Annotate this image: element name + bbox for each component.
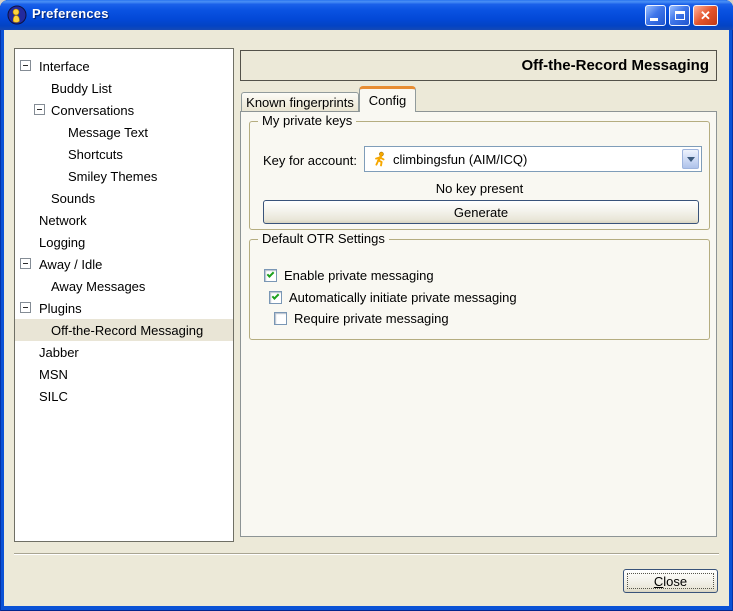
sidebar-item-label: Network — [39, 212, 87, 228]
tree-expander-icon[interactable] — [34, 104, 45, 115]
tree-expander-icon[interactable] — [20, 258, 31, 269]
sidebar-item-label: Message Text — [68, 124, 148, 140]
sidebar-item-label: Logging — [39, 234, 86, 250]
sidebar-item-label: MSN — [39, 366, 68, 382]
maximize-icon — [674, 11, 685, 20]
account-select-value: climbingsfun (AIM/ICQ) — [393, 151, 528, 167]
sidebar-item-smiley-themes[interactable]: Smiley Themes — [15, 165, 233, 187]
sidebar-item-label: Sounds — [51, 190, 96, 206]
sidebar-item-message-text[interactable]: Message Text — [15, 121, 233, 143]
sidebar-item-logging[interactable]: Logging — [15, 231, 233, 253]
sidebar-item-sounds[interactable]: Sounds — [15, 187, 233, 209]
window-title: Preferences — [32, 6, 109, 21]
sidebar-item-label: Shortcuts — [68, 146, 123, 162]
close-button[interactable]: Close — [623, 569, 718, 593]
checkbox-box — [269, 290, 282, 304]
close-window-button[interactable]: ✕ — [693, 5, 718, 26]
window-body: Interface Buddy List Conversations Messa… — [4, 30, 729, 606]
account-select[interactable]: climbingsfun (AIM/ICQ) — [364, 146, 702, 172]
sidebar-item-off-the-record-messaging[interactable]: Off-the-Record Messaging — [15, 319, 233, 341]
checkmark-icon — [271, 291, 280, 300]
close-icon: ✕ — [700, 8, 711, 23]
checkbox-label: Require private messaging — [294, 310, 449, 326]
sidebar-item-silc[interactable]: SILC — [15, 385, 233, 407]
titlebar[interactable]: Preferences ✕ — [0, 0, 733, 30]
sidebar-item-away-messages[interactable]: Away Messages — [15, 275, 233, 297]
close-button-label: Close — [653, 573, 688, 589]
config-tab-panel: My private keys Key for account: climbin… — [240, 111, 717, 537]
footer-separator — [14, 553, 719, 555]
sidebar-item-label: Conversations — [51, 102, 135, 118]
sidebar-item-buddy-list[interactable]: Buddy List — [15, 77, 233, 99]
checkbox-box — [274, 311, 287, 325]
preferences-tree: Interface Buddy List Conversations Messa… — [14, 48, 234, 542]
chevron-down-icon — [686, 156, 695, 162]
checkbox-enable-private-messaging[interactable]: Enable private messaging — [264, 267, 434, 283]
key-status-text: No key present — [435, 181, 524, 196]
checkbox-automatically-initiate[interactable]: Automatically initiate private messaging — [269, 289, 517, 305]
sidebar-item-label: Plugins — [39, 300, 82, 316]
sidebar-item-label: Jabber — [39, 344, 79, 360]
sidebar-item-label: Interface — [39, 58, 90, 74]
tab-known-fingerprints[interactable]: Known fingerprints — [241, 92, 359, 111]
checkmark-icon — [266, 269, 275, 278]
tree-expander-icon[interactable] — [20, 60, 31, 71]
sidebar-item-interface[interactable]: Interface — [15, 55, 233, 77]
sidebar-item-away-idle[interactable]: Away / Idle — [15, 253, 233, 275]
checkbox-label: Automatically initiate private messaging — [289, 289, 517, 305]
account-select-dropdown-button[interactable] — [682, 149, 699, 169]
sidebar-item-conversations[interactable]: Conversations — [15, 99, 233, 121]
minimize-icon — [650, 18, 658, 21]
sidebar-item-network[interactable]: Network — [15, 209, 233, 231]
sidebar-item-plugins[interactable]: Plugins — [15, 297, 233, 319]
sidebar-item-label: Smiley Themes — [68, 168, 158, 184]
private-keys-group: My private keys Key for account: climbin… — [249, 113, 710, 230]
otr-settings-group: Default OTR Settings Enable private mess… — [249, 231, 710, 340]
sidebar-item-label: Buddy List — [51, 80, 112, 96]
sidebar-item-label: Away / Idle — [39, 256, 103, 272]
sidebar-item-msn[interactable]: MSN — [15, 363, 233, 385]
sidebar-item-label: Away Messages — [51, 278, 146, 294]
preferences-window: Preferences ✕ Interface Buddy List Conve… — [0, 0, 733, 611]
sidebar-item-label: Off-the-Record Messaging — [51, 322, 204, 338]
app-icon — [7, 5, 27, 25]
tree-expander-icon[interactable] — [20, 302, 31, 313]
checkbox-require-private-messaging[interactable]: Require private messaging — [274, 310, 449, 326]
page-title: Off-the-Record Messaging — [240, 50, 717, 81]
checkbox-label: Enable private messaging — [284, 267, 434, 283]
aim-account-icon — [375, 151, 385, 167]
maximize-button[interactable] — [669, 5, 690, 26]
generate-button[interactable]: Generate — [263, 200, 699, 224]
key-for-account-label: Key for account: — [263, 153, 357, 168]
checkbox-box — [264, 268, 277, 282]
sidebar-item-label: SILC — [39, 388, 68, 404]
tab-config[interactable]: Config — [359, 86, 416, 112]
sidebar-item-jabber[interactable]: Jabber — [15, 341, 233, 363]
private-keys-group-label: My private keys — [258, 113, 357, 128]
minimize-button[interactable] — [645, 5, 666, 26]
otr-settings-group-label: Default OTR Settings — [258, 231, 389, 246]
sidebar-item-shortcuts[interactable]: Shortcuts — [15, 143, 233, 165]
